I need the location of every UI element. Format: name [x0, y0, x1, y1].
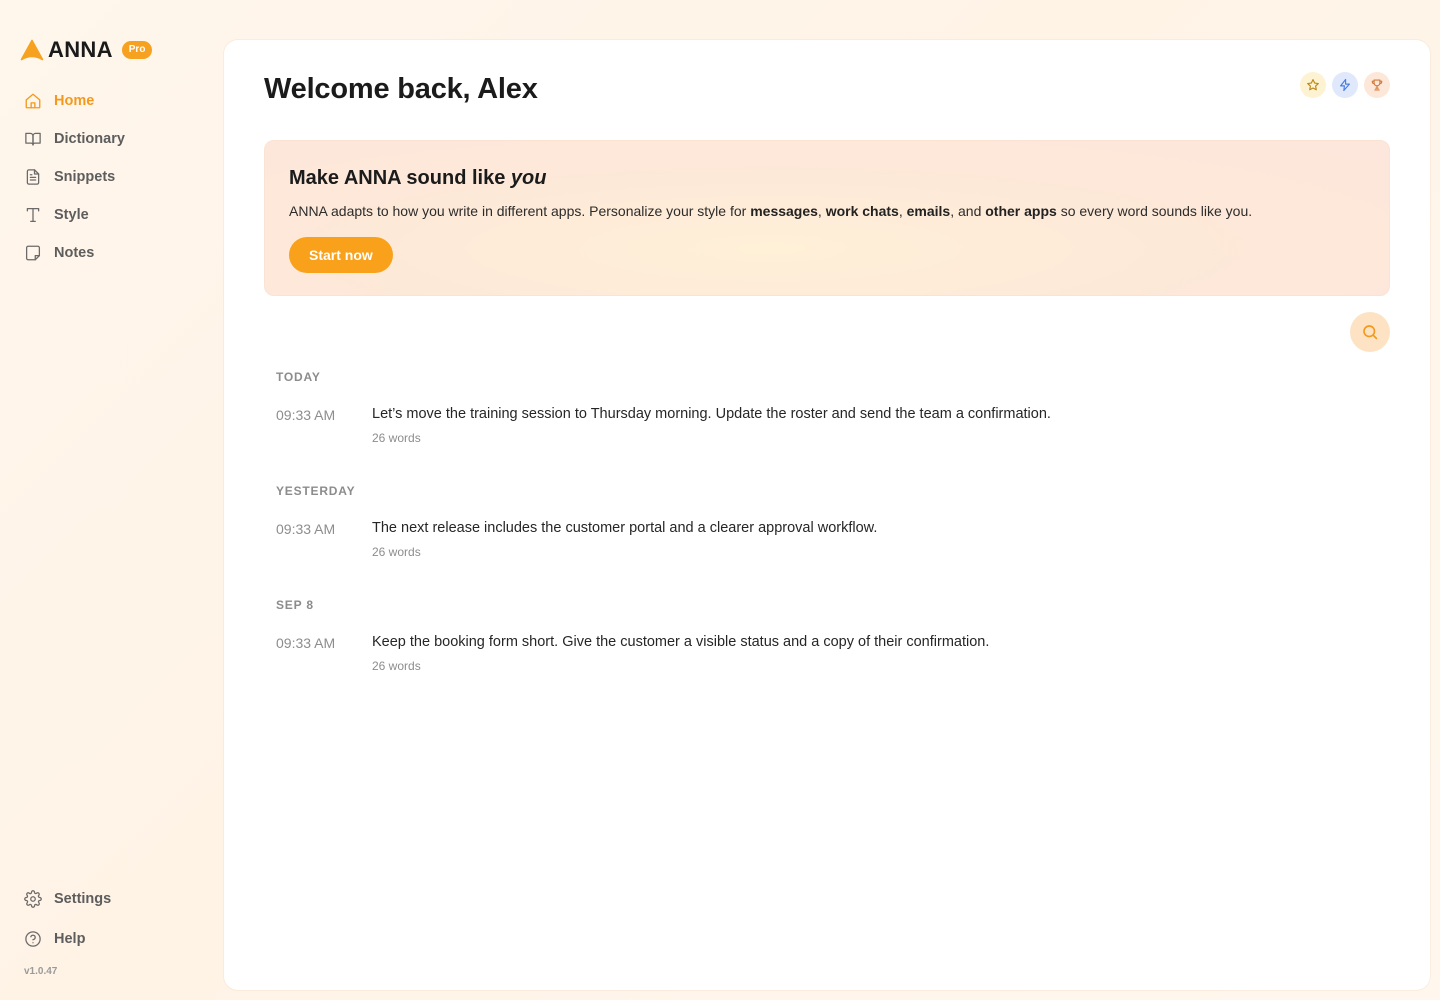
entry-text: Keep the booking form short. Give the cu… — [372, 634, 990, 650]
personalize-banner: Make ANNA sound like you ANNA adapts to … — [264, 140, 1390, 296]
day-group: TODAY 09:33 AM Let’s move the training s… — [276, 368, 1376, 458]
page-title: Welcome back, Alex — [264, 73, 538, 105]
book-icon — [25, 132, 41, 146]
banner-text-messages: messages — [750, 203, 818, 219]
sidebar-item-label: Snippets — [54, 169, 116, 185]
list-item[interactable]: 09:33 AM Let’s move the training session… — [276, 406, 1376, 458]
sidebar-item-style[interactable]: Style — [24, 204, 125, 226]
banner-title: Make ANNA sound like you — [289, 167, 546, 190]
transcription-history: TODAY 09:33 AM Let’s move the training s… — [276, 368, 1376, 710]
search-icon — [1363, 325, 1378, 340]
sidebar-item-home[interactable]: Home — [24, 90, 125, 112]
gear-icon — [24, 890, 42, 908]
sidebar: ANNA Pro Home Dictionary Snippets Style … — [0, 0, 224, 1000]
entry-word-count: 26 words — [372, 545, 421, 559]
entry-time: 09:33 AM — [276, 407, 336, 423]
sidebar-item-help[interactable]: Help — [24, 928, 111, 950]
help-circle-icon — [25, 931, 41, 947]
banner-text-emails: emails — [906, 203, 951, 219]
brand[interactable]: ANNA Pro — [20, 36, 153, 64]
banner-text-separator: , and — [950, 203, 986, 219]
main-panel: Welcome back, Alex Make ANNA sound like … — [224, 40, 1430, 990]
app-version: v1.0.47 — [24, 966, 58, 977]
favorites-button[interactable] — [1300, 72, 1326, 98]
entry-time: 09:33 AM — [276, 635, 336, 651]
sidebar-item-label: Notes — [54, 245, 95, 261]
search-button[interactable] — [1350, 312, 1390, 352]
home-icon — [25, 93, 41, 109]
type-icon — [26, 207, 40, 223]
day-label: TODAY — [276, 370, 321, 384]
sidebar-item-label: Dictionary — [54, 131, 125, 147]
banner-text-outro: so every word sounds like you. — [1056, 203, 1253, 219]
sidebar-item-dictionary[interactable]: Dictionary — [24, 128, 125, 150]
sidebar-item-notes[interactable]: Notes — [24, 242, 125, 264]
sidebar-item-label: Home — [54, 93, 95, 109]
entry-time: 09:33 AM — [276, 521, 336, 537]
day-group: YESTERDAY 09:33 AM The next release incl… — [276, 482, 1376, 572]
banner-title-prefix: Make ANNA sound like — [289, 167, 511, 189]
entry-word-count: 26 words — [372, 431, 421, 445]
day-group: SEP 8 09:33 AM Keep the booking form sho… — [276, 596, 1376, 686]
sidebar-item-label: Help — [54, 931, 86, 947]
sidebar-item-label: Settings — [54, 891, 112, 907]
document-icon — [26, 169, 40, 185]
sidebar-item-settings[interactable]: Settings — [24, 888, 111, 910]
star-icon — [1307, 79, 1319, 91]
entry-text: Let’s move the training session to Thurs… — [372, 406, 1051, 422]
sidebar-bottom-nav: Settings Help — [24, 888, 111, 968]
list-item[interactable]: 09:33 AM Keep the booking form short. Gi… — [276, 634, 1376, 686]
banner-text-intro: ANNA adapts to how you write in differen… — [289, 203, 751, 219]
entry-word-count: 26 words — [372, 659, 421, 673]
note-icon — [25, 245, 41, 261]
banner-text-other-apps: other apps — [985, 203, 1057, 219]
lightning-icon — [1340, 78, 1350, 92]
banner-text-work-chats: work chats — [825, 203, 899, 219]
sidebar-item-label: Style — [54, 207, 89, 223]
banner-text-separator: , — [898, 203, 907, 219]
pro-badge: Pro — [121, 41, 153, 59]
banner-title-emphasis: you — [510, 167, 547, 189]
header-actions — [1294, 72, 1390, 98]
start-now-button[interactable]: Start now — [289, 237, 393, 273]
trophy-icon — [1371, 79, 1383, 91]
banner-text-separator: , — [817, 203, 826, 219]
sidebar-nav: Home Dictionary Snippets Style Notes — [24, 90, 125, 280]
achievements-button[interactable] — [1364, 72, 1390, 98]
banner-description: ANNA adapts to how you write in differen… — [289, 203, 1252, 219]
day-label: SEP 8 — [276, 598, 314, 612]
entry-text: The next release includes the customer p… — [372, 520, 878, 536]
day-label: YESTERDAY — [276, 484, 356, 498]
brand-name: ANNA — [48, 37, 113, 62]
boost-button[interactable] — [1332, 72, 1358, 98]
sidebar-item-snippets[interactable]: Snippets — [24, 166, 125, 188]
anna-logo-icon — [20, 39, 44, 61]
list-item[interactable]: 09:33 AM The next release includes the c… — [276, 520, 1376, 572]
